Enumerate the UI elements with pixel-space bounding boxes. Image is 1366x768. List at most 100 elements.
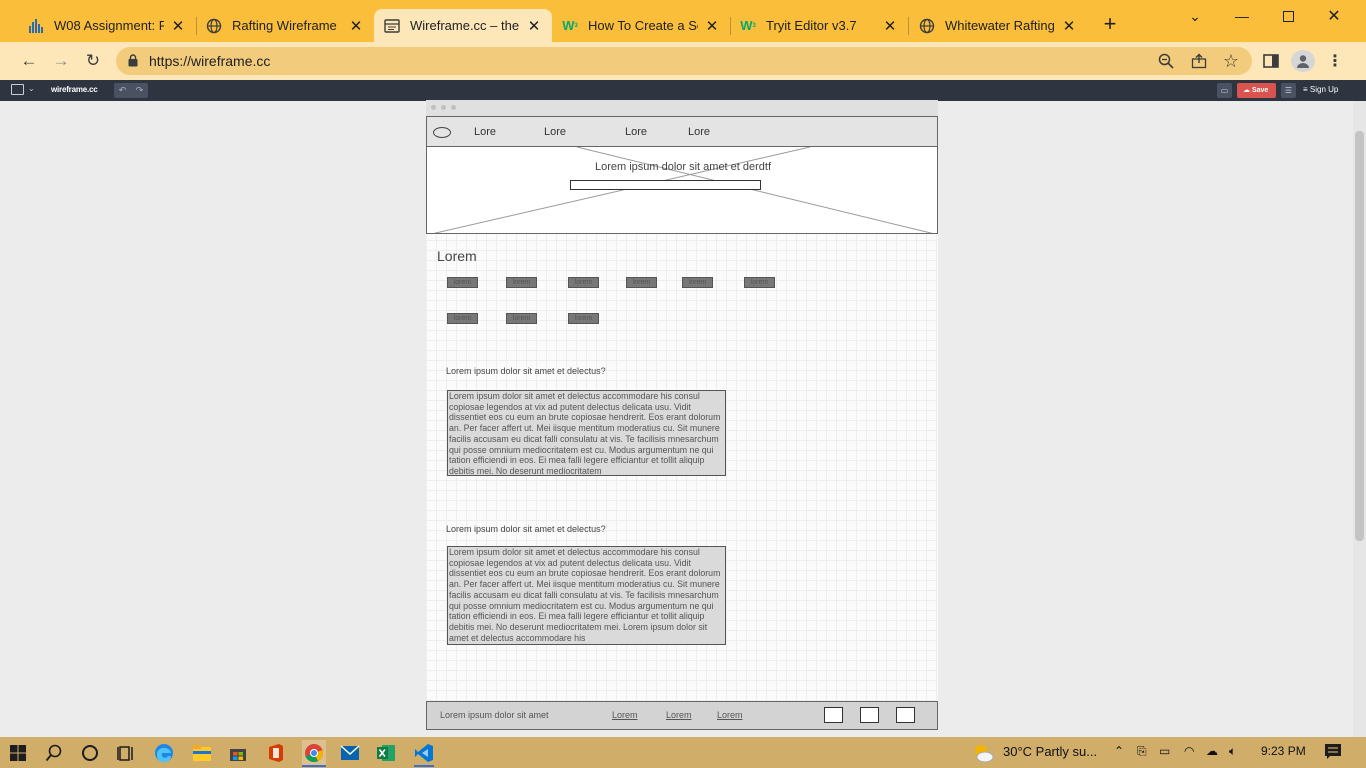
cortana-icon[interactable]	[80, 743, 100, 763]
battery-icon[interactable]: ▭	[1159, 744, 1170, 758]
save-button[interactable]: ☁ Save	[1237, 83, 1276, 98]
weather-text[interactable]: 30°C Partly su...	[1003, 744, 1097, 759]
wf-button[interactable]: lorem	[447, 313, 478, 324]
office-icon[interactable]	[266, 743, 286, 763]
reload-icon[interactable]: ↻	[82, 50, 104, 72]
scrollbar[interactable]	[1353, 101, 1366, 737]
mail-icon[interactable]	[340, 743, 360, 763]
url-text: https://wireframe.cc	[149, 53, 271, 69]
wf-logo-placeholder	[433, 127, 451, 138]
hamburger-icon: ≡	[1303, 85, 1308, 94]
wf-nav-link[interactable]: Lore	[688, 126, 710, 138]
menu-dots-icon[interactable]: ⋮	[1326, 53, 1344, 70]
wireframe-canvas[interactable]: Lore Lore Lore Lore Lorem ipsum dolor si…	[426, 100, 938, 730]
chevron-up-icon[interactable]: ⌃	[1114, 744, 1124, 758]
tab-wireframe-cc[interactable]: Wireframe.cc – the go ✕	[374, 9, 552, 42]
tab-search-chevron-icon[interactable]: ⌄	[1172, 0, 1218, 32]
wf-search-input[interactable]	[570, 180, 761, 190]
wf-footer-text: Lorem ipsum dolor sit amet	[440, 710, 549, 720]
windows-start-icon[interactable]	[8, 743, 28, 763]
back-arrow-icon[interactable]: ←	[18, 50, 40, 72]
wf-social-icon[interactable]	[896, 707, 915, 723]
store-icon[interactable]	[228, 743, 248, 763]
close-window-icon[interactable]: ✕	[1311, 0, 1357, 32]
vscode-icon[interactable]	[414, 743, 434, 763]
close-icon[interactable]: ✕	[348, 17, 364, 35]
clock-time[interactable]: 9:23 PM	[1261, 744, 1306, 758]
tab-whitewater-rafting[interactable]: Whitewater Rafting w ✕	[909, 9, 1087, 42]
close-icon[interactable]: ✕	[526, 17, 542, 35]
volume-icon[interactable]: 🔈︎	[1229, 744, 1236, 759]
undo-redo-group: ↶ ↷	[114, 83, 148, 98]
wf-paragraph: Lorem ipsum dolor sit amet et delectus a…	[447, 390, 726, 476]
undo-icon[interactable]: ↶	[119, 85, 127, 96]
share-icon[interactable]	[1190, 53, 1208, 69]
wf-nav-link[interactable]: Lore	[474, 126, 496, 138]
file-explorer-icon[interactable]	[192, 743, 212, 763]
wf-section-heading: Lorem	[437, 248, 477, 264]
wireframe-logo: wireframe.cc	[51, 85, 98, 94]
profile-avatar-icon[interactable]	[1291, 50, 1315, 72]
wf-button[interactable]: lorem	[447, 277, 478, 288]
comment-icon[interactable]: ▭	[1217, 83, 1232, 98]
tab-w08-assignment[interactable]: W08 Assignment: Raf ✕	[18, 9, 196, 42]
close-icon[interactable]: ✕	[170, 17, 186, 35]
wf-navbar: Lore Lore Lore Lore	[426, 116, 938, 147]
wf-question: Lorem ipsum dolor sit amet et delectus?	[446, 524, 606, 534]
wf-footer-link[interactable]: Lorem	[717, 710, 743, 720]
weather-icon	[972, 743, 994, 763]
wf-social-icon[interactable]	[860, 707, 879, 723]
wf-nav-link[interactable]: Lore	[544, 126, 566, 138]
bookmark-star-icon[interactable]: ☆	[1222, 51, 1240, 71]
tab-search-howto[interactable]: W3 How To Create a Sear ✕	[552, 9, 730, 42]
redo-icon[interactable]: ↷	[136, 85, 144, 96]
wf-paragraph: Lorem ipsum dolor sit amet et delectus a…	[447, 546, 726, 645]
tab-tryit-editor[interactable]: W3 Tryit Editor v3.7 ✕	[730, 9, 908, 42]
minimize-icon[interactable]: —	[1219, 0, 1265, 32]
scrollbar-thumb[interactable]	[1355, 131, 1364, 541]
task-view-icon[interactable]	[116, 743, 136, 763]
forward-arrow-icon[interactable]: →	[50, 50, 72, 72]
save-label: Save	[1251, 87, 1269, 94]
browser-tab-strip: W08 Assignment: Raf ✕ Rafting Wireframe …	[0, 0, 1366, 42]
edge-icon[interactable]	[154, 743, 174, 763]
chevron-down-icon[interactable]: ⌄	[28, 84, 35, 93]
wf-footer-link[interactable]: Lorem	[612, 710, 638, 720]
wf-button[interactable]: lorem	[568, 313, 599, 324]
settings-icon[interactable]: ☰	[1281, 83, 1296, 98]
close-icon[interactable]: ✕	[1061, 17, 1077, 35]
w3schools-icon: W3	[562, 18, 578, 33]
wireframe-toolbar: ⌄ wireframe.cc ↶ ↷ ▭ ☁ Save ☰ ≡ Sign Up	[0, 80, 1366, 101]
tab-rafting-wireframe[interactable]: Rafting Wireframe ✕	[196, 9, 374, 42]
signup-button[interactable]: ≡ Sign Up	[1303, 85, 1338, 94]
wf-social-icon[interactable]	[824, 707, 843, 723]
excel-icon[interactable]	[376, 743, 396, 763]
onedrive-icon[interactable]: ☁	[1206, 744, 1218, 758]
pages-icon[interactable]	[11, 84, 24, 95]
address-bar[interactable]: https://wireframe.cc	[116, 47, 1252, 75]
close-icon[interactable]: ✕	[882, 17, 898, 35]
maximize-icon[interactable]	[1265, 0, 1311, 32]
notification-icon[interactable]	[1324, 743, 1342, 764]
wf-button[interactable]: lorem	[626, 277, 657, 288]
wifi-icon[interactable]: ◠	[1184, 744, 1194, 758]
wf-button[interactable]: lorem	[682, 277, 713, 288]
side-panel-icon[interactable]	[1262, 53, 1280, 69]
wf-button[interactable]: lorem	[568, 277, 599, 288]
wf-footer: Lorem ipsum dolor sit amet Lorem Lorem L…	[426, 701, 938, 730]
search-icon[interactable]	[44, 743, 64, 763]
tab-title: W08 Assignment: Raf	[54, 18, 164, 33]
wf-button[interactable]: lorem	[506, 313, 537, 324]
signup-label: Sign Up	[1309, 85, 1339, 94]
wf-button[interactable]: lorem	[506, 277, 537, 288]
meet-now-icon[interactable]: ⎘	[1137, 744, 1147, 759]
new-tab-button[interactable]: +	[1098, 13, 1122, 37]
chrome-icon[interactable]	[302, 740, 326, 766]
close-icon[interactable]: ✕	[704, 17, 720, 35]
wf-nav-link[interactable]: Lore	[625, 126, 647, 138]
wf-button[interactable]: lorem	[744, 277, 775, 288]
wf-hero-image: Lorem ipsum dolor sit amet et derdtf	[426, 146, 938, 234]
wf-footer-link[interactable]: Lorem	[666, 710, 692, 720]
zoom-icon[interactable]	[1157, 53, 1175, 69]
tab-title: Whitewater Rafting w	[945, 18, 1055, 33]
